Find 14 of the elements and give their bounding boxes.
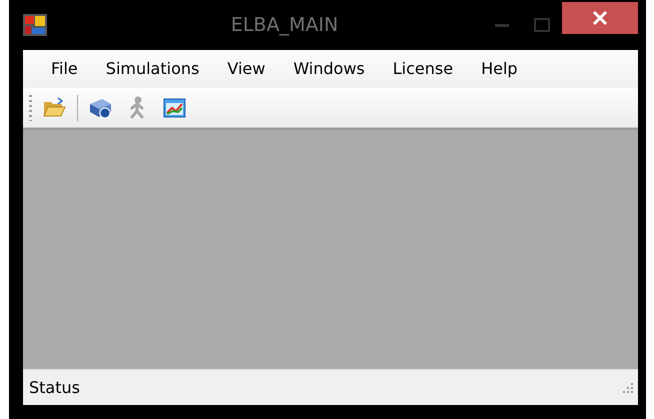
menu-item[interactable]: View: [213, 55, 280, 83]
close-icon: [592, 10, 608, 26]
app-icon: [23, 14, 47, 36]
menu-item[interactable]: License: [378, 55, 468, 83]
maximize-icon: [534, 18, 550, 32]
minimize-icon: [495, 23, 509, 27]
menu-item[interactable]: Help: [467, 55, 532, 83]
resize-grip-icon[interactable]: [622, 382, 634, 394]
status-text: Status: [29, 376, 81, 398]
window-title: ELBA_MAIN: [230, 12, 340, 38]
menu-item[interactable]: File: [37, 55, 92, 83]
menu-item[interactable]: Simulations: [92, 55, 214, 83]
menu-item[interactable]: Windows: [279, 55, 379, 83]
close-button[interactable]: [562, 2, 638, 34]
